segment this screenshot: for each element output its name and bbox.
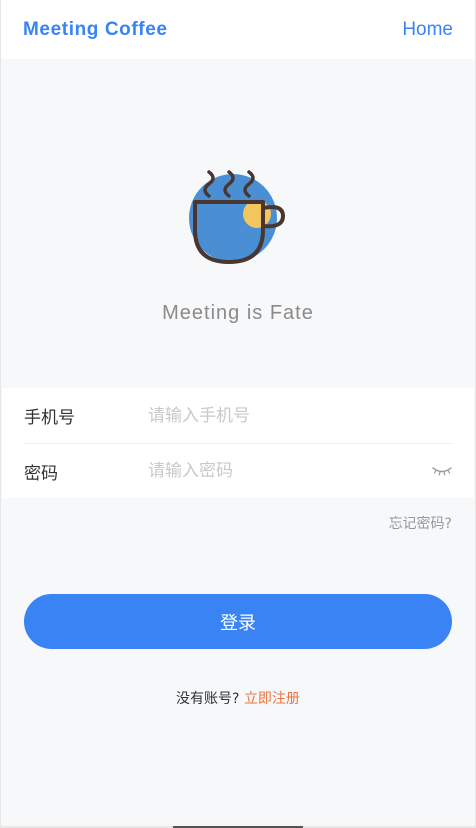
- eye-closed-icon[interactable]: [432, 464, 452, 478]
- register-prompt: 没有账号? 立即注册: [1, 688, 475, 708]
- coffee-cup-icon: [189, 170, 286, 264]
- forgot-password-link[interactable]: 忘记密码?: [389, 513, 452, 533]
- slogan: Meeting is Fate: [162, 302, 314, 324]
- navbar: Meeting Coffee Home: [1, 0, 475, 59]
- logo: [1, 168, 475, 268]
- login-button[interactable]: 登录: [24, 594, 452, 649]
- home-link[interactable]: Home: [402, 19, 453, 41]
- phone-label: 手机号: [24, 408, 75, 428]
- password-label: 密码: [24, 463, 58, 484]
- login-form: 手机号 密码: [2, 388, 474, 498]
- phone-input[interactable]: [148, 405, 452, 426]
- password-field: 密码: [24, 443, 452, 498]
- register-link[interactable]: 立即注册: [244, 691, 300, 707]
- brand-title: Meeting Coffee: [23, 18, 168, 40]
- phone-field: 手机号: [24, 388, 452, 443]
- register-prompt-text: 没有账号?: [176, 691, 244, 707]
- app-screen: Meeting Coffee Home Meeting is Fate 手机号 …: [0, 0, 476, 828]
- password-input[interactable]: [148, 461, 432, 481]
